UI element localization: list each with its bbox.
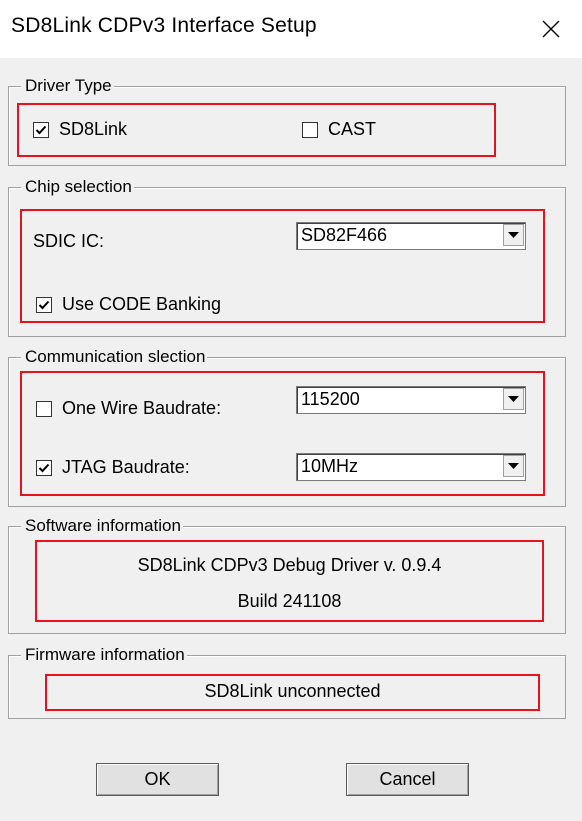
jtag-dropdown-button[interactable] — [503, 455, 524, 477]
one-wire-baudrate-select[interactable]: 115200 — [296, 386, 526, 414]
title-bar: SD8Link CDPv3 Interface Setup — [0, 0, 582, 58]
sdic-ic-label: SDIC IC: — [33, 231, 105, 251]
one-wire-dropdown-button[interactable] — [503, 388, 524, 410]
check-icon — [38, 463, 50, 472]
sdic-ic-value: SD82F466 — [301, 225, 388, 245]
sdic-ic-dropdown-button[interactable] — [503, 224, 524, 246]
one-wire-baudrate-value: 115200 — [301, 389, 360, 409]
jtag-baudrate-value: 10MHz — [301, 456, 359, 476]
check-icon — [35, 125, 47, 134]
cast-checkbox-box — [302, 121, 318, 138]
communication-legend: Communication slection — [21, 346, 208, 368]
firmware-status-text: SD8Link unconnected — [204, 681, 381, 701]
chevron-down-icon — [508, 462, 519, 469]
close-icon — [542, 20, 560, 38]
window-title: SD8Link CDPv3 Interface Setup — [11, 14, 317, 37]
cancel-button-label: Cancel — [379, 769, 436, 789]
sd8link-checkbox[interactable]: SD8Link — [33, 119, 127, 140]
code-banking-checkbox[interactable]: Use CODE Banking — [36, 294, 221, 315]
cast-checkbox[interactable]: CAST — [302, 119, 376, 140]
jtag-checkbox[interactable]: JTAG Baudrate: — [36, 457, 190, 478]
build-number-text: Build 241108 — [237, 591, 342, 611]
cancel-button[interactable]: Cancel — [346, 763, 469, 796]
chevron-down-icon — [508, 231, 519, 238]
firmware-info-highlight: SD8Link unconnected — [45, 674, 540, 711]
ok-button[interactable]: OK — [96, 763, 219, 796]
sd8link-label: SD8Link — [59, 119, 128, 139]
sdic-ic-select[interactable]: SD82F466 — [296, 222, 526, 250]
code-banking-label: Use CODE Banking — [62, 294, 222, 314]
chevron-down-icon — [508, 395, 519, 402]
driver-type-legend: Driver Type — [21, 75, 114, 97]
jtag-checkbox-box — [36, 459, 52, 476]
one-wire-checkbox[interactable]: One Wire Baudrate: — [36, 398, 221, 419]
software-info-highlight: SD8Link CDPv3 Debug Driver v. 0.9.4 Buil… — [35, 540, 544, 622]
check-icon — [38, 300, 50, 309]
ok-button-label: OK — [144, 769, 171, 789]
sd8link-checkbox-box — [33, 121, 49, 138]
jtag-label: JTAG Baudrate: — [62, 457, 190, 477]
jtag-baudrate-select[interactable]: 10MHz — [296, 453, 526, 481]
firmware-info-legend: Firmware information — [21, 644, 187, 666]
one-wire-label: One Wire Baudrate: — [62, 398, 222, 418]
driver-version-text: SD8Link CDPv3 Debug Driver v. 0.9.4 — [137, 555, 442, 575]
one-wire-checkbox-box — [36, 400, 52, 417]
cast-label: CAST — [328, 119, 377, 139]
chip-selection-legend: Chip selection — [21, 176, 134, 198]
close-button[interactable] — [532, 12, 570, 46]
software-info-legend: Software information — [21, 515, 183, 537]
code-banking-checkbox-box — [36, 296, 52, 313]
